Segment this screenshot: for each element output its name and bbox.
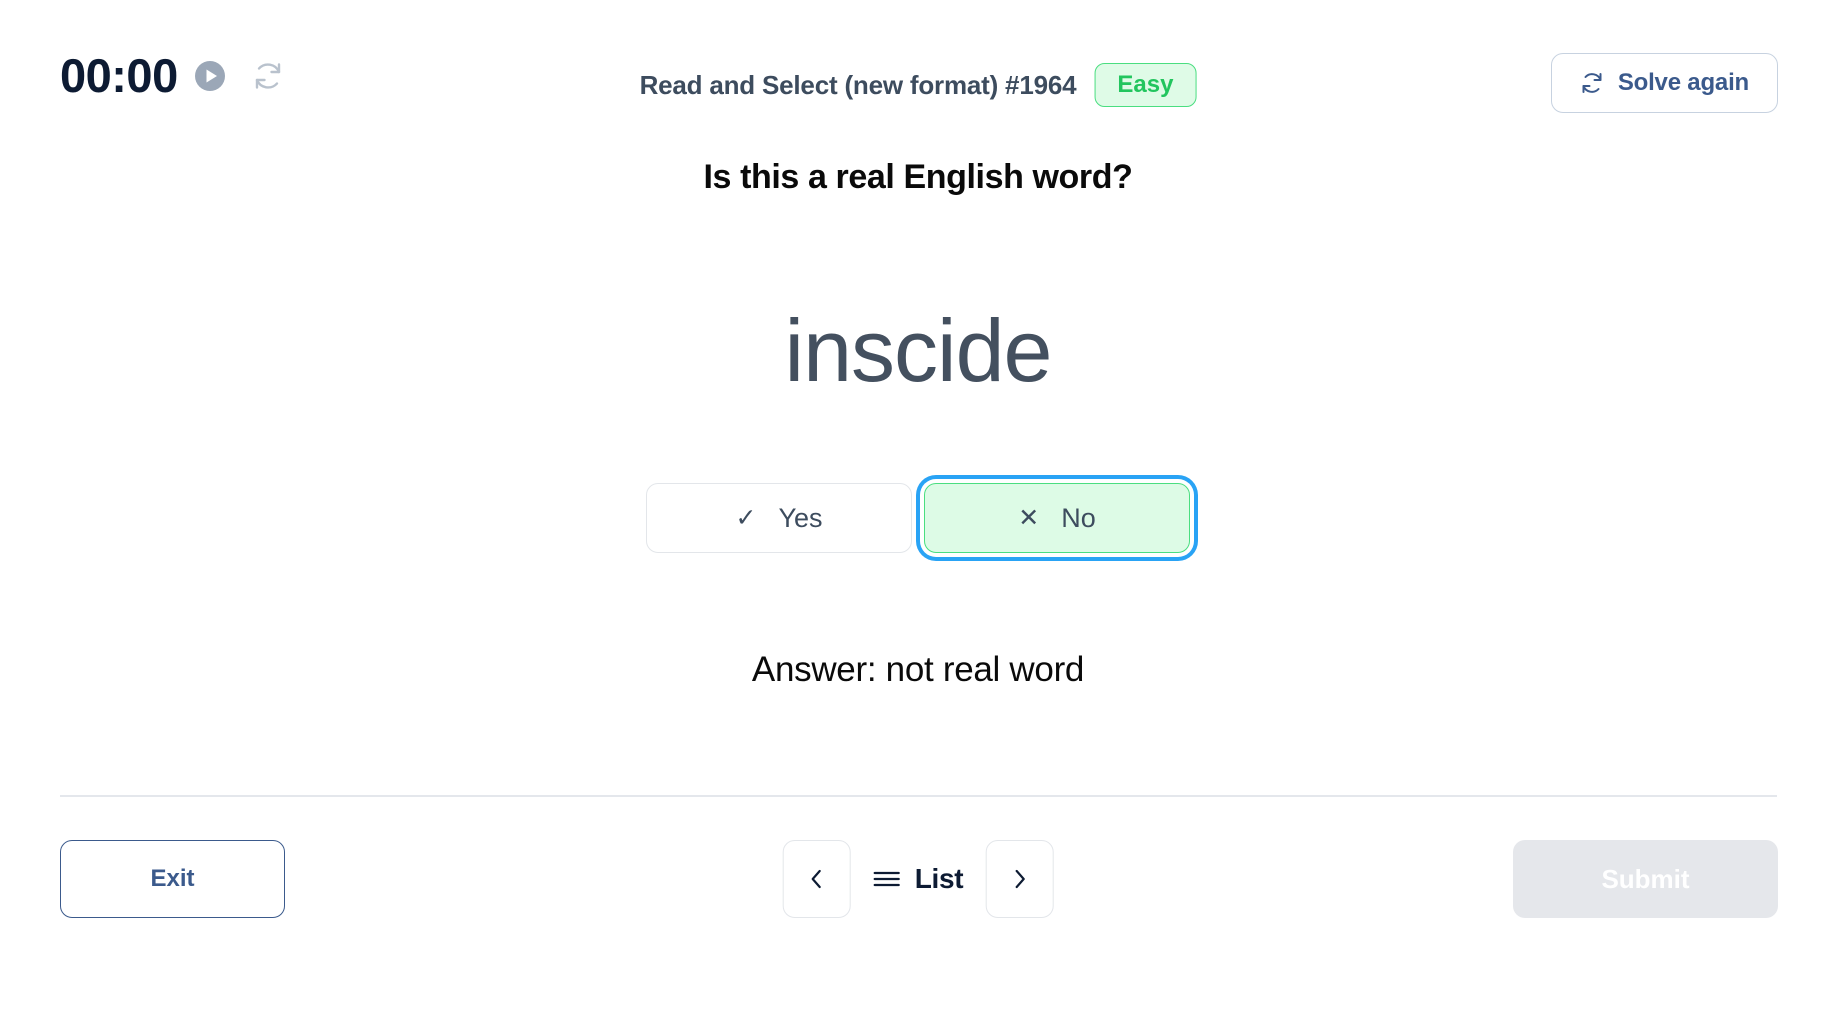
footer: Exit List Submit	[0, 838, 1836, 938]
chevron-left-icon	[805, 865, 829, 893]
submit-button[interactable]: Submit	[1513, 840, 1778, 918]
answer-text: Answer: not real word	[751, 650, 1085, 689]
refresh-icon	[1580, 71, 1604, 95]
difficulty-badge: Easy	[1094, 63, 1197, 107]
reset-icon	[242, 60, 284, 92]
timer-group: 00:00	[60, 52, 284, 99]
timer-display: 00:00	[60, 49, 178, 102]
quiz-page: 00:00 Read and Select (new format) #1964…	[0, 0, 1836, 1020]
next-button[interactable]	[985, 840, 1054, 918]
choice-no-button[interactable]: ✕ No	[924, 483, 1190, 553]
question-text: Is this a real English word?	[703, 158, 1133, 196]
footer-divider	[60, 795, 1777, 797]
choice-group: ✓ Yes ✕ No	[0, 483, 1836, 553]
choice-yes-button[interactable]: ✓ Yes	[646, 483, 912, 553]
word-prompt: inscide	[784, 301, 1053, 400]
play-button[interactable]	[194, 60, 226, 92]
navigation-group: List	[782, 840, 1054, 918]
header: 00:00 Read and Select (new format) #1964…	[0, 0, 1836, 130]
cross-icon: ✕	[1018, 503, 1040, 532]
choice-yes-label: Yes	[778, 502, 823, 533]
play-circle-icon	[194, 60, 226, 92]
hamburger-icon	[873, 869, 901, 889]
choice-no-label: No	[1061, 502, 1096, 533]
solve-again-button[interactable]: Solve again	[1550, 53, 1778, 113]
page-title: Read and Select (new format) #1964	[639, 69, 1077, 100]
check-icon: ✓	[735, 503, 757, 532]
reset-timer-button[interactable]	[242, 60, 284, 92]
list-label: List	[914, 863, 964, 894]
list-button[interactable]: List	[869, 863, 968, 895]
title-block: Read and Select (new format) #1964 Easy	[640, 63, 1197, 107]
previous-button[interactable]	[782, 840, 851, 918]
solve-again-label: Solve again	[1617, 69, 1749, 96]
chevron-right-icon	[1007, 865, 1031, 893]
exit-button[interactable]: Exit	[60, 840, 285, 918]
